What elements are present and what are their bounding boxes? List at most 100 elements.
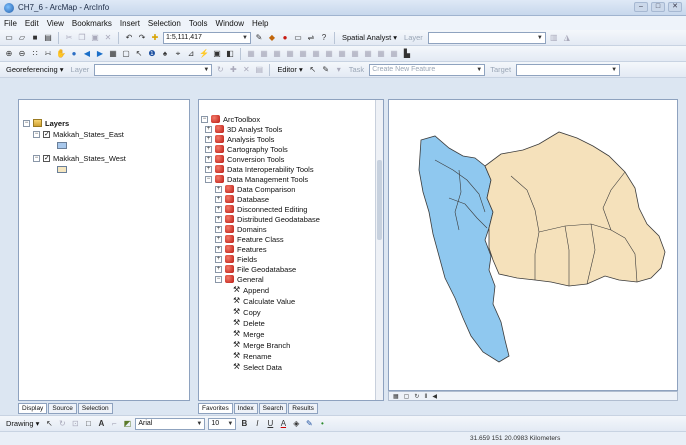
fixed-zoom-in-icon[interactable]: ∷ [30, 49, 40, 59]
forward-extent-icon[interactable]: ▶ [95, 49, 105, 59]
zoom-in-icon[interactable]: ⊕ [4, 49, 14, 59]
back-extent-icon[interactable]: ◀ [82, 49, 92, 59]
toc-layer-east[interactable]: − ✓ Makkah_States_East [33, 129, 124, 139]
go-to-xy-icon[interactable]: ⌖ [173, 49, 183, 59]
layout-icon-4[interactable]: ▦ [285, 49, 295, 59]
tool-item[interactable]: ⚒ Rename [233, 351, 272, 361]
layout-view-icon[interactable]: ▢ [404, 393, 410, 400]
fixed-zoom-out-icon[interactable]: ∺ [43, 49, 53, 59]
new-icon[interactable]: ▭ [4, 33, 14, 43]
measure-icon[interactable]: ⊿ [186, 49, 196, 59]
expand-icon[interactable]: + [215, 265, 222, 273]
time-slider-icon[interactable]: ◧ [225, 49, 235, 59]
select-features-icon[interactable]: ▦ [108, 49, 118, 59]
sketch-tool-icon[interactable]: ✎ [321, 65, 331, 75]
toolset-item[interactable]: + File Geodatabase [215, 264, 296, 274]
contour-icon[interactable]: ◮ [562, 33, 572, 43]
expand-icon[interactable]: + [215, 235, 222, 243]
tool-item[interactable]: ⚒ Merge [233, 329, 264, 339]
full-extent-icon[interactable]: ● [69, 49, 79, 59]
clear-selection-icon[interactable]: ▢ [121, 49, 131, 59]
menu-insert[interactable]: Insert [120, 19, 140, 28]
select-elements-icon[interactable]: ↖ [134, 49, 144, 59]
font-color-icon[interactable]: A [278, 419, 288, 429]
tool-item[interactable]: ⚒ Merge Branch [233, 340, 290, 350]
toolbox-item[interactable]: + Data Interoperability Tools [205, 164, 314, 174]
toolbox-item[interactable]: + Conversion Tools [205, 154, 284, 164]
task-combo[interactable]: Create New Feature ▼ [369, 63, 486, 76]
tab-results[interactable]: Results [288, 403, 318, 414]
layer-symbol-swatch[interactable] [57, 166, 67, 173]
cut-icon[interactable]: ✂ [64, 33, 74, 43]
html-popup-icon[interactable]: ▣ [212, 49, 222, 59]
layout-icon-11[interactable]: ▦ [376, 49, 386, 59]
pan-icon[interactable]: ✋ [56, 49, 66, 59]
zoom-whole-page-icon[interactable]: ⊡ [70, 419, 80, 429]
tool-item[interactable]: ⚒ Copy [233, 307, 261, 317]
collapse-icon[interactable]: − [205, 175, 212, 183]
pause-draw-icon[interactable]: Ⅱ [424, 393, 427, 400]
layout-icon-3[interactable]: ▦ [272, 49, 282, 59]
undo-icon[interactable]: ↶ [124, 33, 134, 43]
collapse-icon[interactable]: − [201, 115, 208, 123]
rotate-icon[interactable]: ↻ [215, 65, 225, 75]
marker-color-icon[interactable]: • [317, 419, 327, 429]
identify-icon[interactable]: ❶ [147, 49, 157, 59]
expand-icon[interactable]: + [205, 135, 212, 143]
target-combo[interactable]: ▼ [516, 63, 621, 76]
command-line-icon[interactable]: ▭ [293, 33, 303, 43]
expand-icon[interactable]: + [215, 195, 222, 203]
layout-icon-9[interactable]: ▦ [350, 49, 360, 59]
toolset-item[interactable]: + Domains [215, 224, 267, 234]
expand-icon[interactable]: + [205, 155, 212, 163]
toolset-item[interactable]: + Database [215, 194, 269, 204]
toolbox-item[interactable]: + Cartography Tools [205, 144, 288, 154]
refresh-icon[interactable]: ↻ [414, 393, 419, 400]
toolset-item[interactable]: + Distributed Geodatabase [215, 214, 320, 224]
tool-item[interactable]: ⚒ Select Data [233, 362, 282, 372]
drawing-menu[interactable]: Drawing ▾ [4, 419, 41, 428]
collapse-icon[interactable]: − [23, 119, 30, 127]
shift-icon[interactable]: ✚ [228, 65, 238, 75]
layout-icon-8[interactable]: ▦ [337, 49, 347, 59]
tab-index[interactable]: Index [233, 403, 258, 414]
menu-bookmarks[interactable]: Bookmarks [72, 19, 112, 28]
toolset-item[interactable]: + Feature Class [215, 234, 284, 244]
expand-icon[interactable]: + [215, 255, 222, 263]
layout-icon-7[interactable]: ▦ [324, 49, 334, 59]
sketch-dropdown-icon[interactable]: ▾ [334, 65, 344, 75]
tab-display[interactable]: Display [18, 403, 48, 414]
toc-root[interactable]: − Layers [23, 118, 69, 128]
toolset-item[interactable]: + Fields [215, 254, 257, 264]
tab-source[interactable]: Source [48, 403, 77, 414]
layout-icon-5[interactable]: ▦ [298, 49, 308, 59]
scrollbar-thumb[interactable] [377, 160, 382, 240]
save-icon[interactable]: ■ [30, 33, 40, 43]
select-elements-icon[interactable]: ↖ [44, 419, 54, 429]
scroll-left-icon[interactable]: ◀ [432, 393, 437, 400]
spatial-analyst-menu[interactable]: Spatial Analyst ▾ [340, 33, 399, 42]
copy-icon[interactable]: ❐ [77, 33, 87, 43]
paste-icon[interactable]: ▣ [90, 33, 100, 43]
whats-this-icon[interactable]: ? [319, 33, 329, 43]
toolset-item[interactable]: + Features [215, 244, 267, 254]
panel-divider[interactable] [190, 99, 198, 401]
underline-button[interactable]: U [265, 419, 275, 429]
font-combo[interactable]: Arial ▼ [135, 417, 206, 430]
print-icon[interactable]: ▤ [43, 33, 53, 43]
tab-favorites[interactable]: Favorites [198, 403, 233, 414]
georeferencing-menu[interactable]: Georeferencing ▾ [4, 65, 66, 74]
layout-icon-2[interactable]: ▦ [259, 49, 269, 59]
menu-file[interactable]: File [4, 19, 17, 28]
edit-tool-icon[interactable]: ↖ [308, 65, 318, 75]
tab-search[interactable]: Search [258, 403, 288, 414]
menu-selection[interactable]: Selection [148, 19, 181, 28]
toolbox-item[interactable]: +3D Analyst Tools [205, 124, 282, 134]
toc-layer-west[interactable]: − ✓ Makkah_States_West [33, 153, 126, 163]
maximize-button[interactable]: □ [651, 2, 665, 12]
expand-icon[interactable]: + [205, 165, 212, 173]
toolbox-root[interactable]: − ArcToolbox [201, 114, 260, 124]
menu-edit[interactable]: Edit [25, 19, 39, 28]
menu-view[interactable]: View [47, 19, 64, 28]
minimize-button[interactable]: – [634, 2, 648, 12]
